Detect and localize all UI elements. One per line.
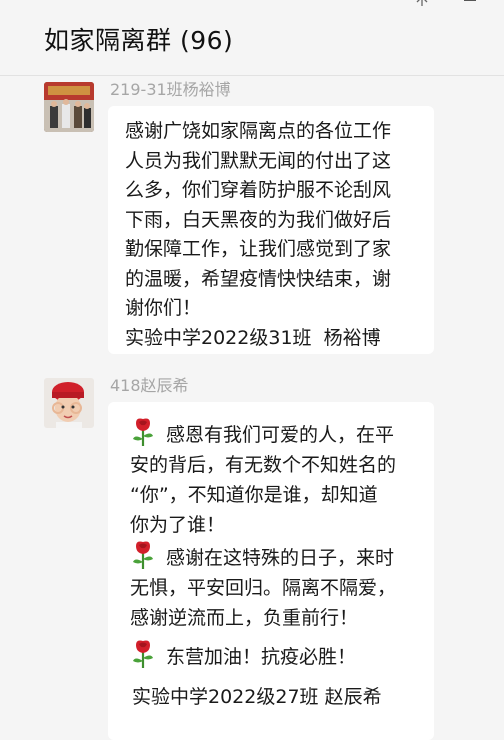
message-line: “你”，不知道你是谁，却知道 xyxy=(130,484,378,506)
message-line: 你为了谁！ xyxy=(130,514,226,536)
pin-icon[interactable] xyxy=(410,0,434,14)
message-line: 感恩有我们可爱的人，在平 xyxy=(130,417,420,450)
message-signature: 实验中学2022级27班 赵辰希 xyxy=(132,686,382,708)
message-line: 东营加油！抗疫必胜！ xyxy=(130,639,420,672)
message-line: 勤保障工作，让我们感觉到了家 xyxy=(125,238,392,260)
message-line: 下雨，白天黑夜的为我们做好后 xyxy=(125,208,392,231)
message-line: 人员为我们默默无闻的付出了这 xyxy=(125,149,392,172)
message-line: 无惧，平安回归。隔离不隔爱， xyxy=(130,577,397,599)
message-text: 感恩有我们可爱的人，在平 xyxy=(166,424,395,446)
message-line: 么多，你们穿着防护服不论刮风 xyxy=(125,179,392,201)
chat-header: 如家隔离群 (96) xyxy=(0,0,504,76)
message-line: 安的背后，有无数个不知姓名的 xyxy=(130,454,397,476)
avatar[interactable] xyxy=(44,378,94,428)
message-line: 感谢在这特殊的日子，来时 xyxy=(130,540,420,573)
rose-emoji-icon xyxy=(133,541,153,569)
message-bubble[interactable]: 感谢广饶如家隔离点的各位工作 人员为我们默默无闻的付出了这 么多，你们穿着防护服… xyxy=(108,106,434,354)
rose-emoji-icon xyxy=(133,640,153,668)
message-line: 谢你们！ xyxy=(125,297,202,319)
message-line: 感谢逆流而上，负重前行！ xyxy=(130,607,359,629)
sender-name: 418赵辰希 xyxy=(110,376,189,395)
sender-name: 219-31班杨裕博 xyxy=(110,80,231,99)
message-line: 感谢广饶如家隔离点的各位工作 xyxy=(125,120,392,142)
avatar-photo-group-icon xyxy=(44,82,94,132)
rose-emoji-icon xyxy=(133,418,153,446)
message-line: 的温暖，希望疫情快快结束，谢 xyxy=(125,267,392,290)
avatar-photo-child-icon xyxy=(44,378,94,428)
avatar[interactable] xyxy=(44,82,94,132)
message-bubble[interactable]: 感恩有我们可爱的人，在平 安的背后，有无数个不知姓名的 “你”，不知道你是谁，却… xyxy=(108,402,434,740)
minimize-icon[interactable] xyxy=(458,0,482,14)
message-text: 感谢在这特殊的日子，来时 xyxy=(166,547,395,569)
message-signature: 实验中学2022级31班 杨裕博 xyxy=(125,326,381,349)
message-text: 东营加油！抗疫必胜！ xyxy=(166,646,357,668)
chat-title: 如家隔离群 (96) xyxy=(44,26,234,55)
